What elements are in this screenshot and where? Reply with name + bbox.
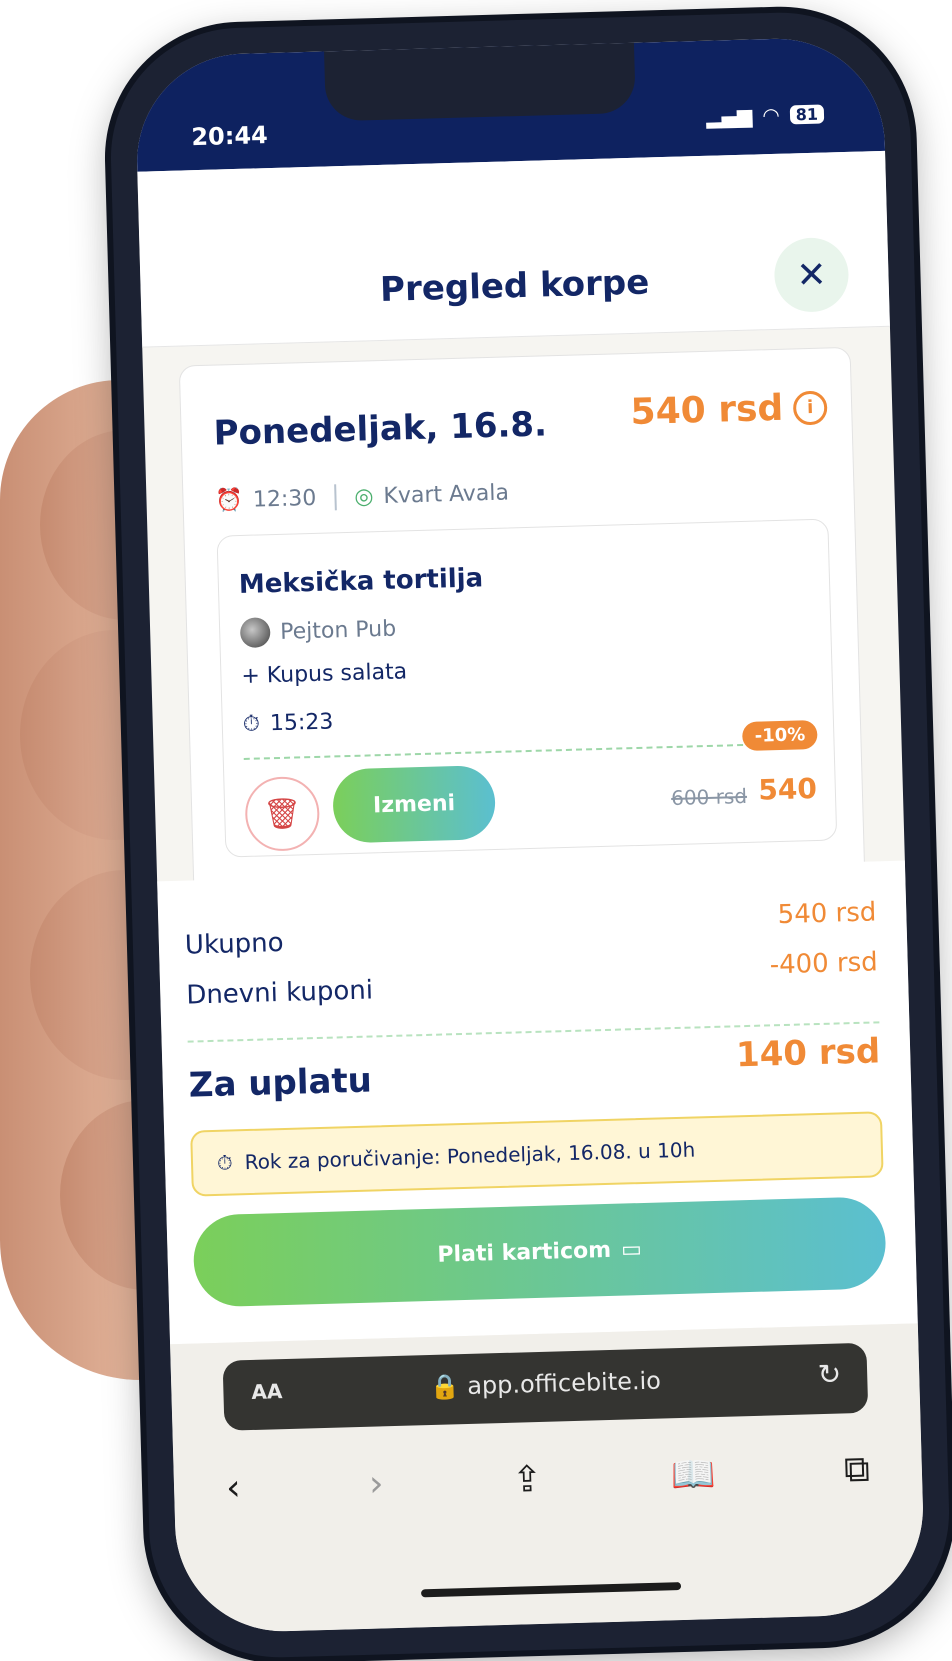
coupons-value: -400 rsd — [769, 947, 879, 981]
notch — [324, 42, 636, 122]
item-timer: ⏱ 15:23 — [242, 709, 333, 737]
coupons-row: Dnevni kuponi -400 rsd — [185, 947, 879, 1011]
day-title: Ponedeljak, 16.8. — [213, 404, 548, 454]
status-bar: 20:44 ▂▄▆ ◠ 81 — [134, 35, 886, 172]
total-label: Ukupno — [184, 927, 284, 961]
cart-item: Meksička tortilja Pejton Pub + Kupus sal… — [216, 518, 838, 858]
edit-button[interactable]: Izmeni — [332, 764, 497, 844]
close-button[interactable]: ✕ — [773, 236, 850, 313]
reload-icon[interactable]: ↻ — [817, 1358, 841, 1392]
order-day-card: Ponedeljak, 16.8. 540 rsd i ⏰ 12:30 ◎ Kv… — [178, 346, 867, 928]
total-value: 540 rsd — [777, 897, 877, 931]
divider — [333, 484, 337, 511]
home-indicator — [421, 1582, 682, 1598]
close-icon: ✕ — [795, 254, 828, 296]
bookmarks-icon[interactable]: 📖 — [670, 1453, 716, 1496]
browser-chrome: AA 🔒 app.officebite.io ↻ ‹ › ⇪ 📖 ⧉ — [170, 1323, 926, 1635]
back-icon[interactable]: ‹ — [226, 1467, 242, 1508]
deadline-text: Rok za poručivanje: Ponedeljak, 16.08. u… — [244, 1137, 696, 1175]
forward-icon[interactable]: › — [368, 1463, 384, 1504]
browser-toolbar: ‹ › ⇪ 📖 ⧉ — [225, 1440, 871, 1518]
deadline-notice: ⏱ Rok za poručivanje: Ponedeljak, 16.08.… — [190, 1111, 884, 1197]
status-time: 20:44 — [190, 121, 269, 152]
summary-panel: Ukupno 540 rsd Dnevni kuponi -400 rsd Za… — [157, 860, 918, 1345]
restaurant-name: Pejton Pub — [279, 616, 397, 645]
share-icon[interactable]: ⇪ — [511, 1458, 542, 1500]
url-bar[interactable]: AA 🔒 app.officebite.io ↻ — [222, 1342, 869, 1431]
clock-icon: ⏰ — [215, 487, 244, 514]
restaurant: Pejton Pub — [239, 614, 397, 649]
coupons-label: Dnevni kuponi — [185, 975, 374, 1011]
url-value: app.officebite.io — [466, 1366, 662, 1400]
stopwatch-icon: ⏱ — [216, 1150, 233, 1175]
discount-badge: -10% — [742, 719, 818, 752]
new-price: 540 — [757, 771, 818, 807]
delete-button[interactable]: 🗑 — [244, 775, 321, 852]
wifi-icon: ◠ — [761, 102, 781, 128]
old-price: 600 rsd — [670, 783, 748, 811]
stopwatch-icon: ⏱ — [242, 711, 261, 737]
signal-icon: ▂▄▆ — [705, 103, 753, 129]
day-price-value: 540 rsd — [630, 387, 784, 434]
delivery-time: 12:30 — [252, 485, 317, 513]
phone-frame: 20:44 ▂▄▆ ◠ 81 Pregled korpe ✕ Ponedelja… — [107, 9, 952, 1661]
item-name: Meksička tortilja — [238, 563, 484, 601]
dashed-divider — [243, 742, 814, 760]
url-text: 🔒 app.officebite.io — [429, 1366, 662, 1402]
pay-card-label: Plati karticom — [437, 1237, 612, 1268]
tabs-icon[interactable]: ⧉ — [844, 1449, 871, 1492]
info-icon[interactable]: i — [792, 390, 828, 425]
header: Pregled korpe ✕ — [137, 150, 890, 348]
delivery-meta: ⏰ 12:30 ◎ Kvart Avala — [215, 479, 509, 513]
status-icons: ▂▄▆ ◠ 81 — [705, 102, 825, 129]
pay-value: 140 rsd — [735, 1031, 881, 1076]
timer-value: 15:23 — [269, 709, 334, 737]
trash-icon: 🗑 — [262, 795, 302, 832]
phone-screen: 20:44 ▂▄▆ ◠ 81 Pregled korpe ✕ Ponedelja… — [134, 35, 926, 1635]
battery-icon: 81 — [789, 104, 825, 124]
item-extra: + Kupus salata — [241, 659, 408, 689]
delivery-location: Kvart Avala — [383, 479, 510, 509]
pay-card-button[interactable]: Plati karticom ▭ — [192, 1196, 887, 1308]
location-icon: ◎ — [353, 483, 374, 510]
credit-card-icon: ▭ — [620, 1236, 643, 1263]
restaurant-avatar — [239, 617, 271, 649]
pay-label: Za uplatu — [188, 1060, 373, 1106]
day-price: 540 rsd i — [630, 387, 828, 433]
